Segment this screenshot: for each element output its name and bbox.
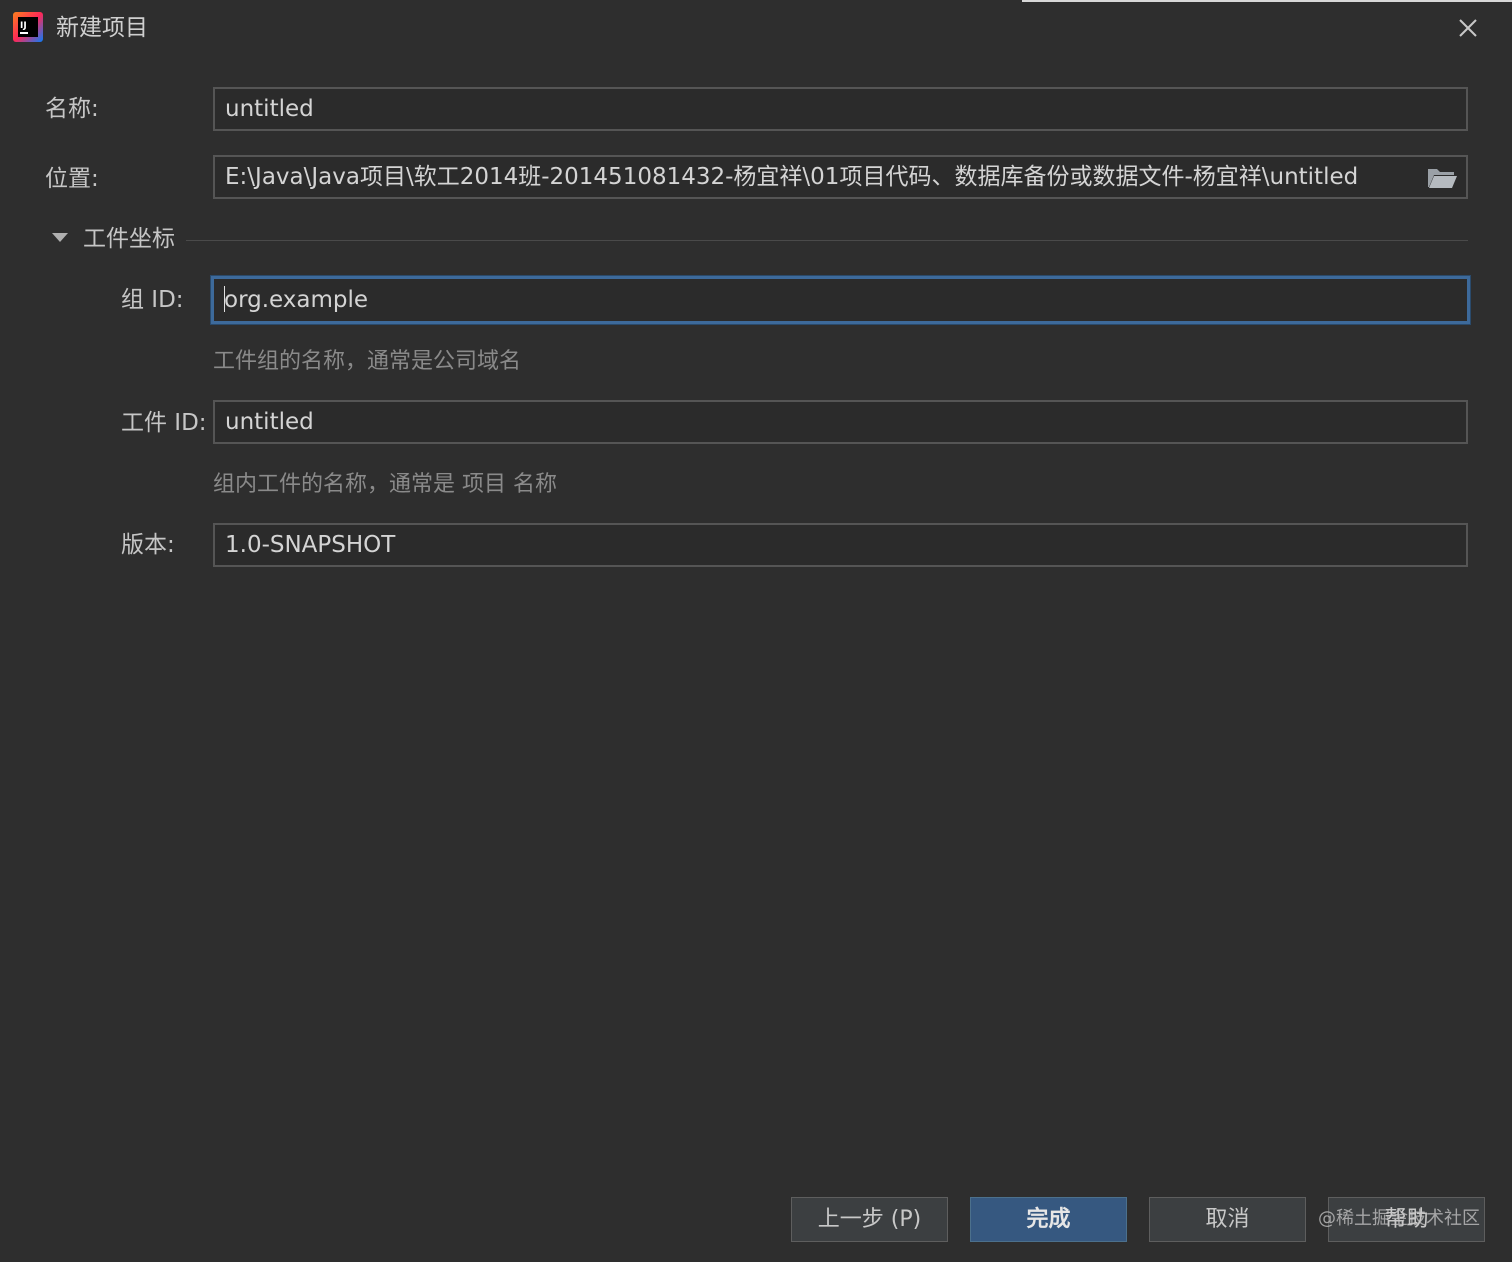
cancel-button[interactable]: 取消 xyxy=(1149,1197,1306,1242)
text-caret xyxy=(224,285,225,312)
section-divider xyxy=(186,240,1468,241)
artifact-id-hint: 组内工件的名称，通常是 项目 名称 xyxy=(213,472,557,497)
finish-button[interactable]: 完成 xyxy=(970,1197,1127,1242)
artifact-id-input-value: untitled xyxy=(225,409,314,435)
location-label: 位置: xyxy=(45,166,99,192)
intellij-idea-icon: IJ xyxy=(13,12,43,42)
group-id-hint: 工件组的名称，通常是公司域名 xyxy=(213,349,522,374)
artifact-id-input[interactable]: untitled xyxy=(213,400,1468,444)
version-label: 版本: xyxy=(121,532,175,558)
group-id-label: 组 ID: xyxy=(121,287,184,313)
version-input[interactable]: 1.0-SNAPSHOT xyxy=(213,523,1468,567)
location-input[interactable]: E:\Java\Java项目\软工2014班-201451081432-杨宜祥\… xyxy=(213,155,1468,199)
title-bar: IJ 新建项目 xyxy=(0,0,1512,56)
previous-button[interactable]: 上一步 (P) xyxy=(791,1197,948,1242)
artifact-coordinates-title: 工件坐标 xyxy=(83,226,175,252)
help-button[interactable]: 帮助 xyxy=(1328,1197,1485,1242)
window-title: 新建项目 xyxy=(56,15,148,41)
group-id-input[interactable]: org.example xyxy=(211,276,1470,324)
location-input-value: E:\Java\Java项目\软工2014班-201451081432-杨宜祥\… xyxy=(225,164,1359,190)
name-input[interactable]: untitled xyxy=(213,87,1468,131)
triangle-down-icon[interactable] xyxy=(50,228,70,248)
artifact-id-label: 工件 ID: xyxy=(121,410,207,436)
folder-open-icon[interactable] xyxy=(1426,165,1458,191)
new-project-dialog: IJ 新建项目 名称: untitled 位置: E:\Java\Java项目\… xyxy=(0,0,1512,1262)
version-input-value: 1.0-SNAPSHOT xyxy=(225,532,396,558)
name-input-value: untitled xyxy=(225,96,314,122)
close-icon[interactable] xyxy=(1448,8,1488,48)
group-id-input-value: org.example xyxy=(224,287,369,313)
svg-text:IJ: IJ xyxy=(20,21,27,31)
name-label: 名称: xyxy=(45,96,99,122)
